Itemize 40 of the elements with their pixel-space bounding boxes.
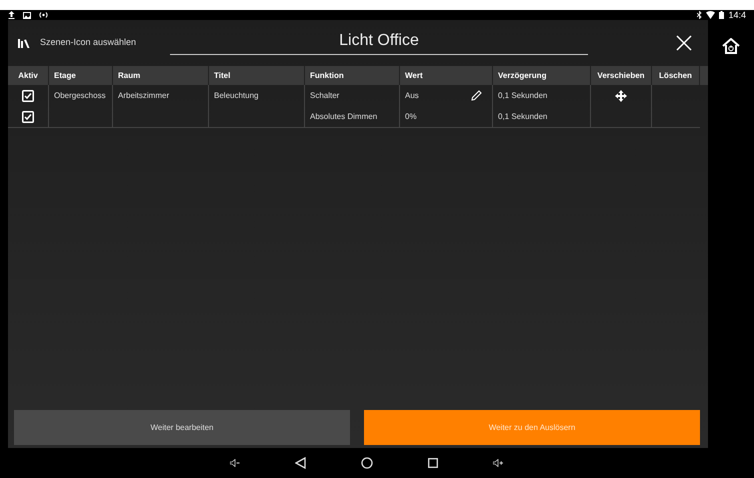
column-header: Verzögerung bbox=[493, 66, 591, 85]
table-cell: Beleuchtung bbox=[214, 90, 258, 102]
table-cell: 0,1 Sekunden bbox=[498, 110, 548, 122]
edit-button[interactable]: Weiter bearbeiten bbox=[14, 410, 350, 445]
home-icon[interactable] bbox=[722, 38, 740, 54]
volume-down-icon[interactable] bbox=[230, 459, 240, 467]
column-header: Titel bbox=[209, 66, 305, 85]
column-header: Raum bbox=[113, 66, 209, 85]
volume-up-icon[interactable] bbox=[493, 459, 504, 467]
table-cell: Arbeitszimmer bbox=[118, 90, 170, 102]
column-header: Löschen bbox=[652, 66, 700, 85]
column-header: Etage bbox=[49, 66, 113, 85]
column-header: Funktion bbox=[305, 66, 400, 85]
title-field[interactable]: Licht Office bbox=[170, 31, 588, 55]
books-icon[interactable] bbox=[18, 38, 30, 48]
table-cell: 0% bbox=[405, 110, 417, 122]
upload-icon bbox=[8, 11, 15, 19]
status-time: 14:4 bbox=[728, 10, 746, 20]
close-icon[interactable] bbox=[676, 35, 692, 51]
icon-select-link[interactable]: Szenen-Icon auswählen bbox=[40, 36, 136, 50]
checkbox[interactable] bbox=[22, 90, 34, 102]
battery-icon bbox=[719, 11, 724, 19]
table-cell: Obergeschoss bbox=[54, 90, 106, 102]
wifi-icon bbox=[706, 11, 716, 19]
image-icon bbox=[23, 12, 31, 18]
broadcast-icon bbox=[39, 11, 48, 19]
checkbox[interactable] bbox=[22, 110, 34, 122]
column-header: Verschieben bbox=[591, 66, 652, 85]
pencil-icon[interactable] bbox=[471, 90, 482, 101]
back-icon[interactable] bbox=[295, 457, 306, 469]
table-cell: 0,1 Sekunden bbox=[498, 90, 548, 102]
recents-icon[interactable] bbox=[428, 458, 438, 468]
table-cell: Absolutes Dimmen bbox=[310, 110, 378, 122]
bluetooth-icon bbox=[697, 11, 702, 19]
table-cell: Aus bbox=[405, 90, 419, 102]
column-header: Aktiv bbox=[8, 66, 49, 85]
table-cell: Schalter bbox=[310, 90, 340, 102]
move-icon[interactable] bbox=[615, 90, 627, 102]
home-button-icon[interactable] bbox=[361, 457, 373, 469]
column-header: Wert bbox=[400, 66, 493, 85]
